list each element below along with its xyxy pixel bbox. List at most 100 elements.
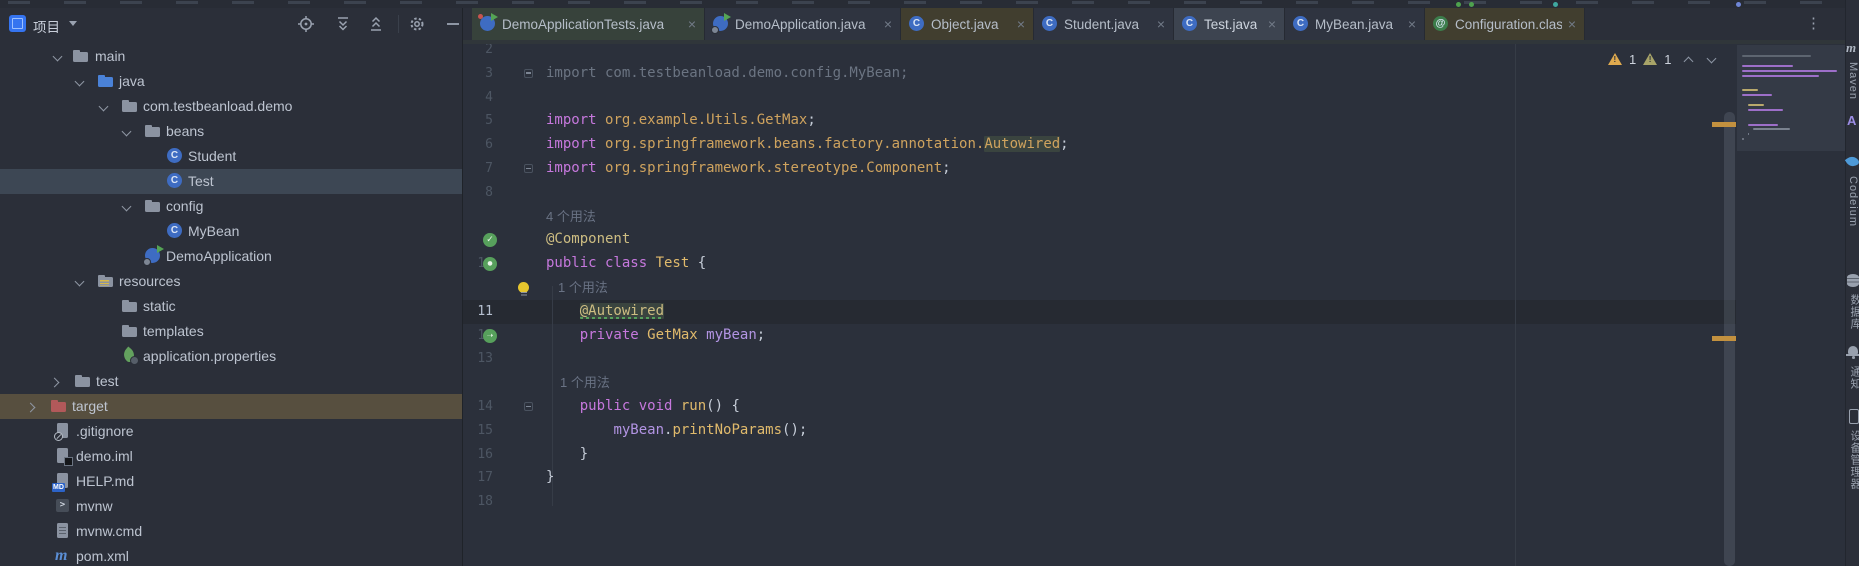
chevron-collapsed-icon[interactable] [52,378,61,387]
tab-close-icon[interactable]: × [1017,17,1025,31]
tab-configuration-class[interactable]: Configuration.class× [1425,8,1585,40]
minimap-line [1742,65,1793,67]
chevron-expanded-icon[interactable] [122,128,131,137]
tab-close-icon[interactable]: × [884,17,892,31]
chevron-expanded-icon[interactable] [99,103,108,112]
tree-item-com-testbeanload-demo[interactable]: com.testbeanload.demo [0,94,462,119]
stripe-button-通知[interactable]: 通知 [1846,344,1859,390]
line-number: 17 [463,466,493,490]
toolbar-peek-dot [1736,2,1741,7]
tab-close-icon[interactable]: × [1568,17,1576,31]
usages-inlay-hint[interactable]: 1 个用法 [558,276,608,300]
tree-item-demo-iml[interactable]: demo.iml [0,444,462,469]
chevron-expanded-icon[interactable] [75,278,84,287]
chevron-collapsed-icon[interactable] [28,403,37,412]
tab-close-icon[interactable]: × [1157,17,1165,31]
code-line-15[interactable]: myBean.printNoParams(); [546,419,807,443]
warning-triangle-icon[interactable] [1608,53,1622,65]
code-line-11[interactable]: @Autowired [546,300,664,324]
tree-item--gitignore[interactable]: .gitignore [0,419,462,444]
tree-item-config[interactable]: config [0,194,462,219]
tab-test-java[interactable]: Test.java× [1174,8,1285,40]
code-minimap[interactable] [1737,45,1845,151]
expand-all-icon[interactable] [334,15,352,33]
tree-item-mybean[interactable]: MyBean [0,219,462,244]
tree-item-test[interactable]: test [0,369,462,394]
fold-region-icon[interactable] [524,69,533,78]
code-editor[interactable]: 23import com.testbeanload.demo.config.My… [463,44,1845,566]
intention-bulb-icon[interactable] [518,282,529,293]
line-number: 18 [463,490,493,514]
stripe-button-ai-icon[interactable] [1846,112,1859,130]
project-panel-title[interactable]: 项目 [33,16,60,36]
chevron-expanded-icon[interactable] [122,203,131,212]
stripe-button-codeium[interactable]: Codeium [1846,154,1859,227]
code-line-16[interactable]: } [546,443,588,467]
next-problem-icon[interactable] [1707,54,1717,64]
tab-mybean-java[interactable]: MyBean.java× [1285,8,1425,40]
tab-close-icon[interactable]: × [688,17,696,31]
tree-item-label: config [166,198,203,214]
code-line-14[interactable]: public void run() { [546,395,740,419]
chevron-expanded-icon[interactable] [53,53,62,62]
collapse-all-icon[interactable] [367,15,385,33]
tab-demoapplication-java[interactable]: DemoApplication.java× [705,8,901,40]
code-line-17[interactable]: } [546,466,554,490]
tab-object-java[interactable]: Object.java× [901,8,1034,40]
tab-close-icon[interactable]: × [1408,17,1416,31]
fold-region-icon[interactable] [524,402,533,411]
stripe-button-数据库[interactable]: 数据库 [1846,272,1859,330]
tree-item-resources[interactable]: resources [0,269,462,294]
tab-close-icon[interactable]: × [1268,17,1276,31]
tree-item-main[interactable]: main [0,44,462,69]
folder-icon [121,97,139,115]
tree-item-pom-xml[interactable]: pom.xml [0,544,462,566]
tree-item-templates[interactable]: templates [0,319,462,344]
warning-stripe-mark[interactable] [1712,336,1736,341]
bean-arrow-icon[interactable] [483,329,497,343]
tree-item-target[interactable]: target [0,394,462,419]
tree-item-label: mvnw.cmd [76,523,142,539]
code-line-7[interactable]: import org.springframework.stereotype.Co… [546,157,951,181]
tab-student-java[interactable]: Student.java× [1034,8,1174,40]
chevron-down-icon[interactable] [69,21,77,26]
bean-check-icon[interactable] [483,233,497,247]
tree-item-test[interactable]: Test [0,169,462,194]
settings-gear-icon[interactable] [408,15,426,33]
stripe-button-label: Maven [1847,62,1859,100]
weak-warning-triangle-icon[interactable] [1643,53,1657,65]
inspections-widget[interactable]: 11 [1608,50,1717,68]
tree-item-java[interactable]: java [0,69,462,94]
tab-demoapplicationtests-java[interactable]: DemoApplicationTests.java× [472,8,705,40]
tree-item-mvnw-cmd[interactable]: mvnw.cmd [0,519,462,544]
code-line-6[interactable]: import org.springframework.beans.factory… [546,133,1069,157]
code-line-5[interactable]: import org.example.Utils.GetMax; [546,109,816,133]
tree-item-demoapplication[interactable]: DemoApplication [0,244,462,269]
code-line-10[interactable]: public class Test { [546,252,706,276]
tree-item-application-properties[interactable]: application.properties [0,344,462,369]
usages-inlay-hint[interactable]: 4 个用法 [546,205,596,229]
warning-stripe-mark[interactable] [1712,122,1736,127]
tree-item-label: Test [188,173,214,189]
code-line-12[interactable]: private GetMax myBean; [546,324,765,348]
previous-problem-icon[interactable] [1684,54,1694,64]
fold-region-icon[interactable] [524,164,533,173]
tab-overflow-menu-icon[interactable]: ⋮ [1806,14,1821,32]
tree-item-student[interactable]: Student [0,144,462,169]
tree-item-static[interactable]: static [0,294,462,319]
tree-item-mvnw[interactable]: mvnw [0,494,462,519]
hide-panel-icon[interactable] [444,15,462,33]
bean-gear-icon[interactable] [483,257,497,271]
tree-item-help-md[interactable]: HELP.md [0,469,462,494]
code-token: printNoParams [672,422,782,438]
code-line-3[interactable]: import com.testbeanload.demo.config.MyBe… [546,62,908,86]
chevron-expanded-icon[interactable] [75,78,84,87]
stripe-button-设备管理器[interactable]: 设备管理器 [1846,408,1859,490]
locate-file-icon[interactable] [297,15,315,33]
code-line-9[interactable]: @Component [546,228,630,252]
usages-inlay-hint[interactable]: 1 个用法 [560,371,610,395]
tree-item-beans[interactable]: beans [0,119,462,144]
stripe-button-maven[interactable]: Maven [1846,40,1859,100]
minimap-line [1748,104,1764,106]
line-number: 14 [463,395,493,419]
